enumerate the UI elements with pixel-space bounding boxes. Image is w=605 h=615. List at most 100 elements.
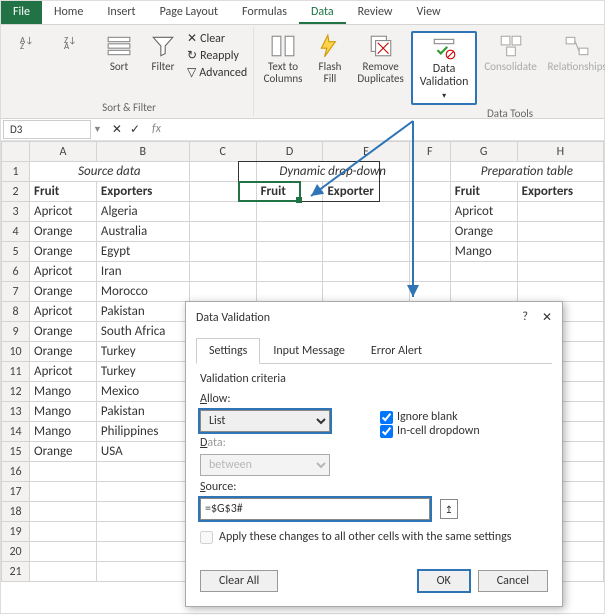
enter-formula-icon[interactable]: ✓ bbox=[130, 122, 140, 137]
cell[interactable]: Exporter bbox=[323, 182, 409, 202]
sort-button[interactable]: Sort bbox=[99, 31, 139, 75]
name-box-input[interactable] bbox=[3, 120, 91, 139]
cell[interactable] bbox=[450, 262, 517, 282]
cell[interactable]: Iran bbox=[96, 262, 189, 282]
flash-fill-button[interactable]: Flash Fill bbox=[310, 31, 350, 87]
cell[interactable] bbox=[96, 502, 189, 522]
reapply-button[interactable]: ↻Reapply bbox=[187, 48, 247, 63]
advanced-button[interactable]: ▽Advanced bbox=[187, 65, 247, 80]
cell[interactable] bbox=[96, 562, 189, 582]
tab-review[interactable]: Review bbox=[346, 1, 405, 24]
cell[interactable] bbox=[323, 242, 409, 262]
cell[interactable]: Orange bbox=[30, 322, 97, 342]
dialog-tab-settings[interactable]: Settings bbox=[196, 338, 260, 364]
data-validation-button[interactable]: Data Validation ▾ bbox=[411, 31, 477, 105]
cell[interactable] bbox=[409, 162, 450, 182]
cell[interactable] bbox=[189, 202, 256, 222]
remove-duplicates-button[interactable]: Remove Duplicates bbox=[354, 31, 407, 87]
cell[interactable] bbox=[450, 282, 517, 302]
row-header[interactable]: 2 bbox=[2, 182, 30, 202]
cell[interactable]: Mexico bbox=[96, 382, 189, 402]
cell[interactable] bbox=[323, 202, 409, 222]
sort-desc-button[interactable]: Z↓A bbox=[55, 31, 95, 57]
cell[interactable]: Orange bbox=[30, 242, 97, 262]
cell[interactable]: Dynamic drop-down bbox=[256, 162, 409, 182]
row-header[interactable]: 18 bbox=[2, 502, 30, 522]
dialog-tab-input-message[interactable]: Input Message bbox=[260, 338, 358, 364]
cell[interactable]: Egypt bbox=[96, 242, 189, 262]
cell[interactable]: Orange bbox=[450, 222, 517, 242]
tab-home[interactable]: Home bbox=[42, 1, 95, 24]
chevron-down-icon[interactable]: ▼ bbox=[93, 124, 102, 135]
row-header[interactable]: 12 bbox=[2, 382, 30, 402]
cell[interactable]: Mango bbox=[450, 242, 517, 262]
cell[interactable] bbox=[517, 282, 603, 302]
cell[interactable]: Mango bbox=[30, 382, 97, 402]
row-header[interactable]: 13 bbox=[2, 402, 30, 422]
cell[interactable]: Pakistan bbox=[96, 302, 189, 322]
cell[interactable] bbox=[517, 242, 603, 262]
cell[interactable]: Orange bbox=[30, 222, 97, 242]
row-header[interactable]: 19 bbox=[2, 522, 30, 542]
cell[interactable] bbox=[30, 462, 97, 482]
help-button[interactable]: ? bbox=[522, 310, 528, 325]
row-header[interactable]: 20 bbox=[2, 542, 30, 562]
row-header[interactable]: 11 bbox=[2, 362, 30, 382]
tab-file[interactable]: File bbox=[1, 1, 42, 24]
cell[interactable] bbox=[30, 562, 97, 582]
cell[interactable]: Exporters bbox=[517, 182, 603, 202]
dialog-tab-error-alert[interactable]: Error Alert bbox=[358, 338, 435, 364]
cell[interactable]: Philippines bbox=[96, 422, 189, 442]
clear-filter-button[interactable]: ✕Clear bbox=[187, 31, 247, 46]
cell[interactable]: Mango bbox=[30, 422, 97, 442]
tab-view[interactable]: View bbox=[405, 1, 453, 24]
cell[interactable]: Turkey bbox=[96, 362, 189, 382]
text-to-columns-button[interactable]: Text to Columns bbox=[260, 31, 306, 87]
cell[interactable] bbox=[189, 262, 256, 282]
cell[interactable]: Apricot bbox=[450, 202, 517, 222]
cell[interactable]: Orange bbox=[30, 442, 97, 462]
row-header[interactable]: 1 bbox=[2, 162, 30, 182]
tab-page-layout[interactable]: Page Layout bbox=[148, 1, 230, 24]
cell[interactable] bbox=[409, 282, 450, 302]
cell[interactable]: Algeria bbox=[96, 202, 189, 222]
clear-all-button[interactable]: Clear All bbox=[200, 570, 278, 592]
row-header[interactable]: 5 bbox=[2, 242, 30, 262]
row-header[interactable]: 10 bbox=[2, 342, 30, 362]
tab-formulas[interactable]: Formulas bbox=[230, 1, 299, 24]
cell[interactable] bbox=[256, 222, 323, 242]
tab-data[interactable]: Data bbox=[299, 1, 346, 24]
filter-button[interactable]: Filter bbox=[143, 31, 183, 75]
cell[interactable] bbox=[189, 242, 256, 262]
cell[interactable] bbox=[256, 282, 323, 302]
source-input[interactable] bbox=[200, 498, 430, 520]
cell[interactable]: Apricot bbox=[30, 262, 97, 282]
cell[interactable] bbox=[96, 482, 189, 502]
row-header[interactable]: 4 bbox=[2, 222, 30, 242]
cell[interactable]: Turkey bbox=[96, 342, 189, 362]
cell[interactable] bbox=[30, 502, 97, 522]
cell[interactable] bbox=[30, 542, 97, 562]
cell[interactable] bbox=[323, 262, 409, 282]
cell[interactable] bbox=[96, 542, 189, 562]
cell[interactable]: Mango bbox=[30, 402, 97, 422]
ok-button[interactable]: OK bbox=[418, 570, 470, 592]
cell[interactable]: Fruit bbox=[256, 182, 323, 202]
cell[interactable] bbox=[256, 262, 323, 282]
row-header[interactable]: 6 bbox=[2, 262, 30, 282]
cell[interactable]: Pakistan bbox=[96, 402, 189, 422]
cell[interactable] bbox=[96, 522, 189, 542]
cell[interactable]: Australia bbox=[96, 222, 189, 242]
row-header[interactable]: 16 bbox=[2, 462, 30, 482]
in-cell-dropdown-checkbox[interactable]: In-cell dropdown bbox=[380, 424, 480, 438]
cancel-button[interactable]: Cancel bbox=[478, 570, 548, 592]
cell[interactable] bbox=[30, 522, 97, 542]
consolidate-button[interactable]: Consolidate bbox=[481, 31, 540, 75]
cell[interactable]: Apricot bbox=[30, 362, 97, 382]
cell[interactable] bbox=[189, 162, 256, 182]
cell[interactable]: Fruit bbox=[450, 182, 517, 202]
cell[interactable]: Preparation table bbox=[450, 162, 603, 182]
cell[interactable]: Source data bbox=[30, 162, 190, 182]
tab-insert[interactable]: Insert bbox=[95, 1, 147, 24]
cell[interactable] bbox=[256, 202, 323, 222]
